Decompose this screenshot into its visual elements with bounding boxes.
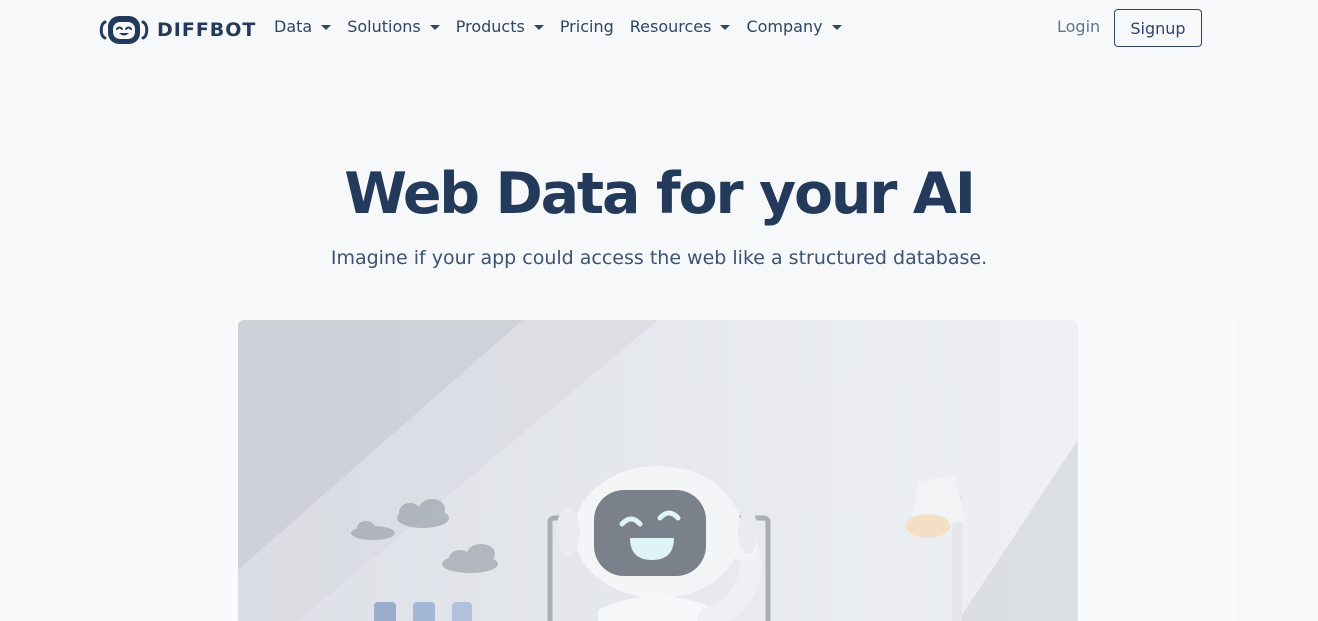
- login-link[interactable]: Login: [1057, 17, 1100, 36]
- nav-item-label: Solutions: [347, 17, 421, 36]
- brand-name: DIFFBOT: [157, 19, 257, 41]
- hero-image-panel: [104, 320, 1236, 621]
- caret-down-icon: [533, 24, 544, 30]
- nav-item-pricing[interactable]: Pricing: [560, 17, 614, 36]
- nav-menu: Data Solutions Products Pricing Resource…: [274, 17, 858, 36]
- nav-item-resources[interactable]: Resources: [630, 17, 731, 36]
- caret-down-icon: [720, 24, 731, 30]
- nav-item-solutions[interactable]: Solutions: [347, 17, 440, 36]
- top-navbar: DIFFBOT Data Solutions Products Pricing …: [0, 0, 1318, 58]
- nav-item-label: Resources: [629, 17, 712, 36]
- hero-title: Web Data for your AI: [344, 161, 976, 227]
- signup-button[interactable]: Signup: [1114, 9, 1202, 47]
- diffbot-logo[interactable]: DIFFBOT: [99, 14, 256, 46]
- nav-item-company[interactable]: Company: [746, 17, 842, 36]
- hero-subtitle: Imagine if your app could access the web…: [330, 247, 988, 269]
- nav-item-label: Company: [746, 17, 823, 36]
- nav-item-label: Pricing: [559, 17, 614, 36]
- nav-item-label: Products: [455, 17, 525, 36]
- nav-item-products[interactable]: Products: [456, 17, 544, 36]
- nav-item-label: Data: [274, 17, 313, 36]
- caret-down-icon: [831, 24, 842, 30]
- robot-logo-icon: [99, 14, 149, 46]
- caret-down-icon: [429, 24, 440, 30]
- caret-down-icon: [321, 24, 332, 30]
- nav-item-data[interactable]: Data: [274, 17, 332, 36]
- robot-illustration: [238, 320, 1078, 621]
